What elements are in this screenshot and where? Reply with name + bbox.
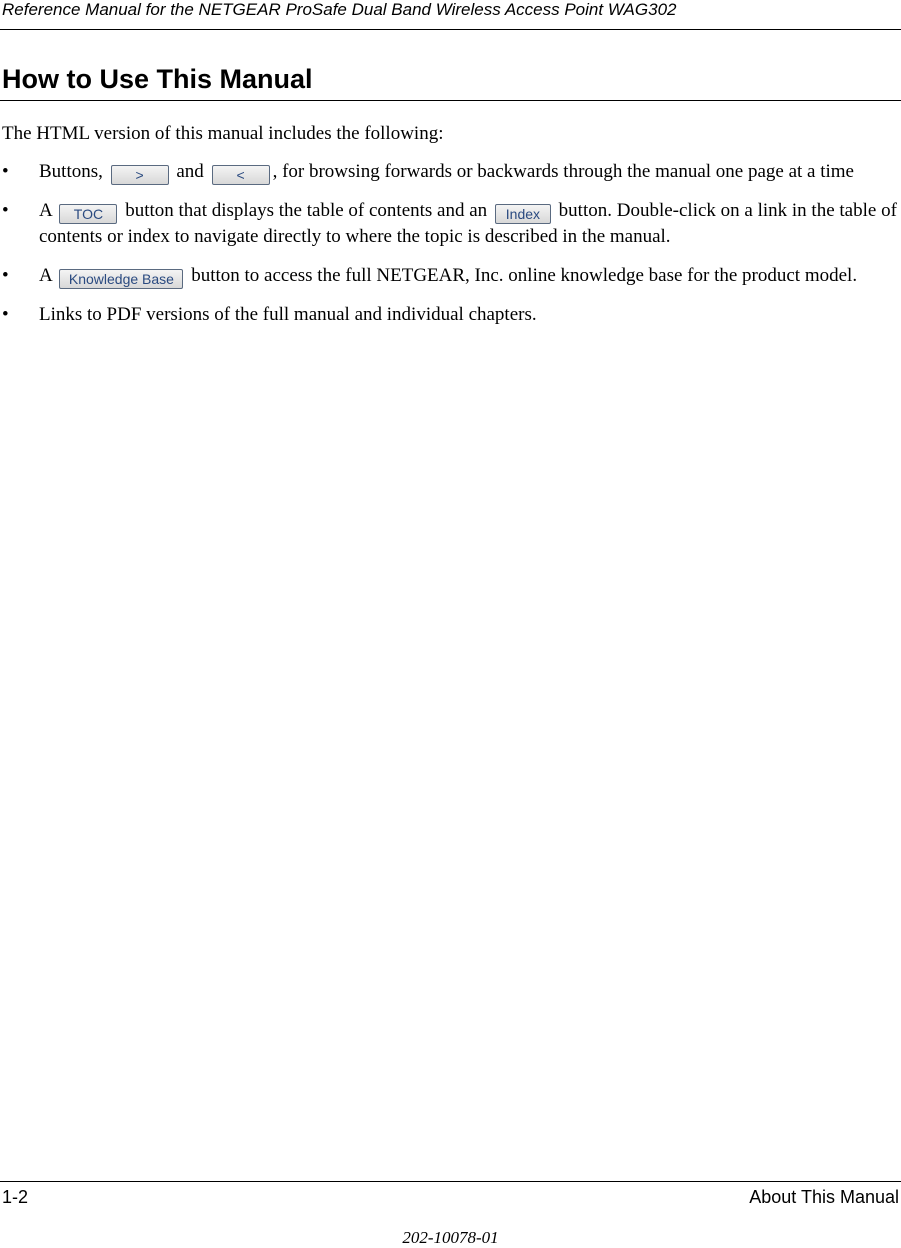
bullet-item: • Links to PDF versions of the full manu…: [2, 302, 900, 328]
bullet-marker: •: [2, 265, 9, 286]
text: button to access the full NETGEAR, Inc. …: [186, 265, 858, 286]
toc-button[interactable]: TOC: [59, 204, 118, 224]
page-number: 1-2: [2, 1187, 29, 1207]
text: button that displays the table of conten…: [120, 200, 492, 221]
bullet-item: • A TOC button that displays the table o…: [2, 198, 900, 250]
header-rule: [0, 29, 901, 30]
document-number: 202-10078-01: [402, 1228, 499, 1247]
bullet-marker: •: [2, 200, 9, 221]
intro-paragraph: The HTML version of this manual includes…: [2, 123, 444, 144]
chapter-name: About This Manual: [749, 1187, 899, 1207]
text: and: [171, 161, 209, 182]
bullet-marker: •: [2, 161, 9, 182]
bullet-item: • Buttons, > and <, for browsing forward…: [2, 159, 900, 185]
body-text: The HTML version of this manual includes…: [2, 121, 900, 341]
knowledge-base-button[interactable]: Knowledge Base: [59, 269, 184, 289]
text: Links to PDF versions of the full manual…: [39, 304, 537, 325]
bullet-marker: •: [2, 304, 9, 325]
previous-page-button[interactable]: <: [211, 165, 270, 185]
next-page-button[interactable]: >: [110, 165, 169, 185]
bullet-item: • A Knowledge Base button to access the …: [2, 263, 900, 289]
text: , for browsing forwards or backwards thr…: [272, 161, 854, 182]
title-rule: [0, 100, 901, 101]
footer-rule: [0, 1181, 901, 1182]
index-button[interactable]: Index: [494, 204, 551, 224]
text: A: [39, 200, 57, 221]
running-header: Reference Manual for the NETGEAR ProSafe…: [2, 0, 677, 19]
text: A: [39, 265, 57, 286]
text: Buttons,: [39, 161, 108, 182]
section-title: How to Use This Manual: [2, 64, 313, 94]
